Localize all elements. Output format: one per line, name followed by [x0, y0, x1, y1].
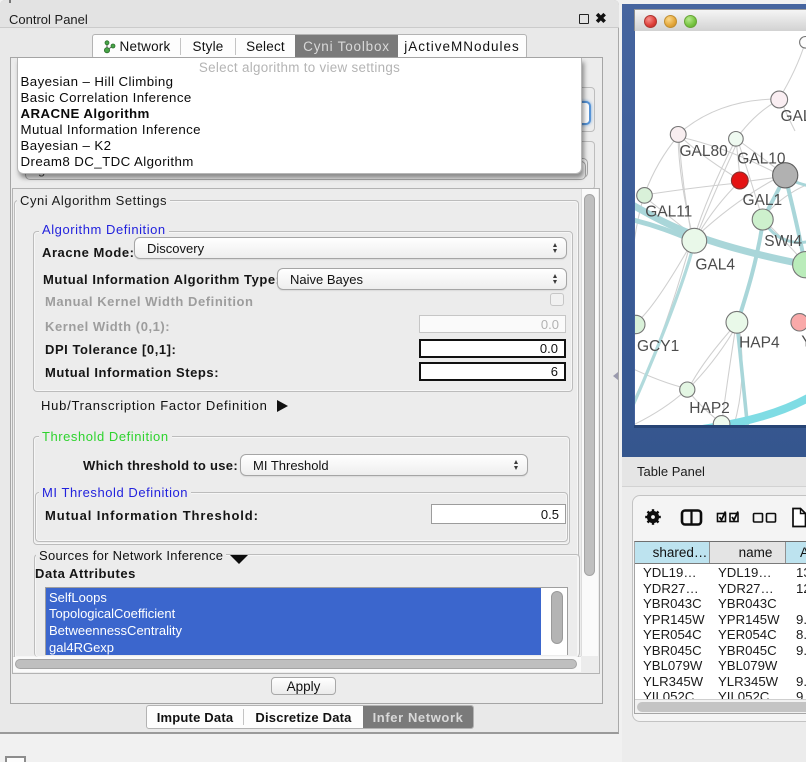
svg-text:GAL11: GAL11 [645, 204, 692, 221]
svg-text:HAP4: HAP4 [739, 335, 780, 352]
svg-text:GAL80: GAL80 [680, 143, 729, 160]
svg-text:GAL: GAL [781, 108, 806, 125]
svg-text:GAL1: GAL1 [743, 192, 783, 209]
svg-text:HAP2: HAP2 [689, 400, 730, 417]
svg-text:GCY1: GCY1 [637, 338, 679, 355]
svg-text:SWI4: SWI4 [764, 233, 802, 250]
svg-text:GAL10: GAL10 [737, 151, 786, 168]
svg-text:Y: Y [801, 333, 806, 350]
svg-text:GAL4: GAL4 [695, 257, 735, 274]
